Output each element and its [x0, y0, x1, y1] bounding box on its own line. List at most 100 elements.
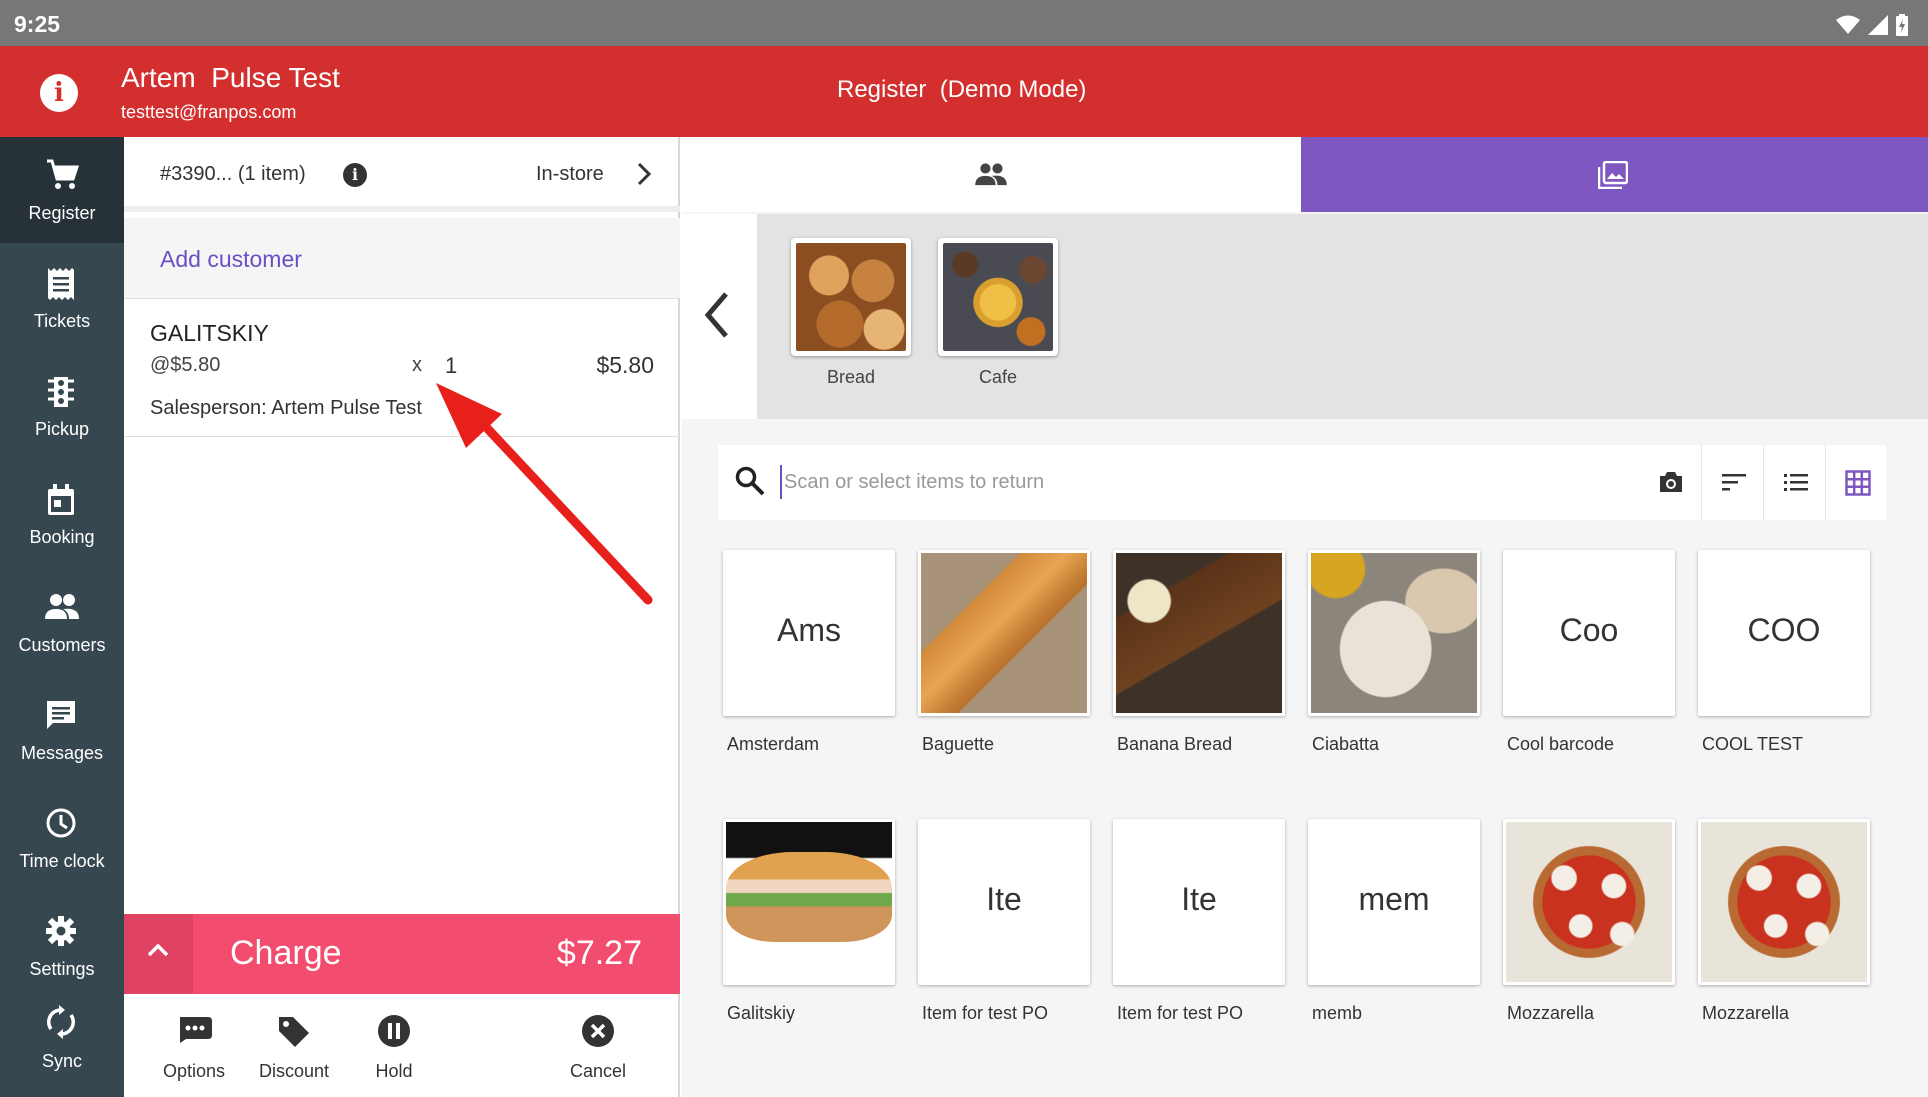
item-abbreviation: Coo [1559, 612, 1619, 648]
item-abbreviation: mem [1358, 881, 1430, 917]
list-view-button[interactable] [1763, 445, 1825, 520]
hold-label: Hold [375, 1061, 413, 1081]
nav-label: Register [28, 203, 96, 223]
item-card [1698, 819, 1870, 985]
item-name: Amsterdam [727, 734, 820, 754]
item-item-for-test-po-2[interactable]: Ite Item for test PO [1113, 819, 1285, 1024]
nav-item-sync[interactable]: Sync [0, 993, 124, 1097]
sort-icon [1722, 474, 1746, 491]
category-thumbnail [791, 238, 911, 356]
calendar-icon [48, 484, 74, 515]
add-customer-label: Add customer [160, 246, 302, 272]
system-icons [1836, 14, 1908, 36]
nav-label: Sync [41, 1051, 83, 1071]
item-mozzarella-2[interactable]: Mozzarella [1698, 819, 1870, 1024]
item-amsterdam[interactable]: Ams Amsterdam [723, 550, 895, 755]
ticket-info-icon[interactable]: i [343, 163, 367, 187]
item-name: Galitskiy [727, 1003, 796, 1023]
options-label: Options [162, 1061, 226, 1081]
item-card [1308, 550, 1480, 716]
nav-label: Pickup [34, 419, 90, 439]
battery-icon [1896, 14, 1908, 36]
item-memb[interactable]: mem memb [1308, 819, 1480, 1024]
charge-button[interactable]: Charge $7.27 [124, 914, 680, 994]
discount-button[interactable]: Discount [254, 994, 334, 1094]
camera-scan-button[interactable] [1639, 445, 1701, 520]
banana-bread-image [1116, 553, 1282, 713]
nav-item-tickets[interactable]: Tickets [0, 245, 124, 351]
order-type[interactable]: In-store [536, 163, 604, 186]
status-time: 9:25 [14, 11, 61, 37]
item-name: Item for test PO [922, 1003, 1049, 1023]
tab-images[interactable] [1301, 137, 1928, 212]
nav-label: Booking [29, 527, 95, 547]
item-abbreviation: Ite [986, 881, 1022, 917]
clock-icon [46, 808, 76, 838]
item-cool-barcode[interactable]: Coo Cool barcode [1503, 550, 1675, 755]
nav-item-pickup[interactable]: Pickup [0, 353, 124, 459]
line-item-unit-price: @$5.80 [150, 354, 221, 376]
nav-item-booking[interactable]: Booking [0, 461, 124, 567]
item-name: Banana Bread [1117, 734, 1233, 754]
nav-item-register[interactable]: Register [0, 137, 124, 243]
item-item-for-test-po-1[interactable]: Ite Item for test PO [918, 819, 1090, 1024]
search-input[interactable] [780, 465, 1600, 499]
category-back-button[interactable] [682, 214, 757, 419]
line-item-name: GALITSKIY [150, 320, 269, 346]
image-icon [1598, 161, 1628, 189]
category-cafe[interactable]: Cafe [938, 238, 1058, 388]
item-name: Cool barcode [1507, 734, 1615, 754]
nav-label: Settings [29, 959, 95, 979]
line-item-qty-multiplier: x [412, 354, 422, 376]
ticket-header[interactable]: #3390... (1 item) i In-store [124, 137, 680, 212]
item-galitskiy[interactable]: Galitskiy [723, 819, 895, 1024]
category-strip: Bread Cafe [682, 214, 1928, 419]
catalog-tabs [682, 137, 1928, 212]
people-icon [45, 594, 79, 619]
nav-label: Tickets [33, 311, 91, 331]
account-info-icon[interactable]: i [40, 74, 78, 112]
item-ciabatta[interactable]: Ciabatta [1308, 550, 1480, 755]
item-name: COOL TEST [1702, 734, 1804, 754]
nav-label: Time clock [19, 851, 105, 871]
nav-item-customers[interactable]: Customers [0, 569, 124, 675]
ticket-line-item[interactable]: GALITSKIY @$5.80 x 1 $5.80 Salesperson: … [124, 300, 680, 437]
tab-customers[interactable] [682, 137, 1300, 212]
chevron-right-icon[interactable] [634, 161, 654, 187]
receipt-icon [48, 268, 74, 300]
cancel-button[interactable]: Cancel [558, 994, 638, 1094]
options-button[interactable]: Options [154, 994, 234, 1094]
category-bread[interactable]: Bread [791, 238, 911, 388]
item-name: Mozzarella [1702, 1003, 1790, 1023]
item-baguette[interactable]: Baguette [918, 550, 1090, 755]
chevron-left-icon [704, 292, 728, 338]
gear-icon [46, 916, 76, 946]
item-card: COO [1698, 550, 1870, 716]
item-banana-bread[interactable]: Banana Bread [1113, 550, 1285, 755]
item-card [723, 819, 895, 985]
nav-item-time-clock[interactable]: Time clock [0, 785, 124, 891]
page-title: Register (Demo Mode) [837, 76, 1087, 103]
signal-icon [1868, 15, 1888, 35]
expand-totals-button[interactable] [124, 914, 193, 994]
bread-image [796, 243, 906, 351]
nav-item-messages[interactable]: Messages [0, 677, 124, 783]
options-icon [180, 1017, 212, 1043]
people-icon [975, 163, 1007, 186]
pause-icon [378, 1015, 410, 1047]
add-customer-button[interactable]: Add customer [124, 218, 680, 299]
nav-item-settings[interactable]: Settings [0, 893, 124, 999]
cafe-image [943, 243, 1053, 351]
ticket-panel: #3390... (1 item) i In-store Add custome… [124, 137, 680, 1097]
line-item-quantity[interactable]: 1 [445, 353, 457, 379]
account-email: testtest@franpos.com [121, 102, 297, 122]
item-name: Ciabatta [1312, 734, 1380, 754]
hold-button[interactable]: Hold [354, 994, 434, 1094]
sort-button[interactable] [1701, 445, 1763, 520]
grid-view-button[interactable] [1825, 445, 1887, 520]
nav-rail: Register Tickets Pickup Booking Customer… [0, 137, 124, 1097]
line-item-total: $5.80 [596, 352, 654, 378]
item-cool-test[interactable]: COO COOL TEST [1698, 550, 1870, 755]
nav-label: Customers [18, 635, 106, 655]
item-mozzarella-1[interactable]: Mozzarella [1503, 819, 1675, 1024]
